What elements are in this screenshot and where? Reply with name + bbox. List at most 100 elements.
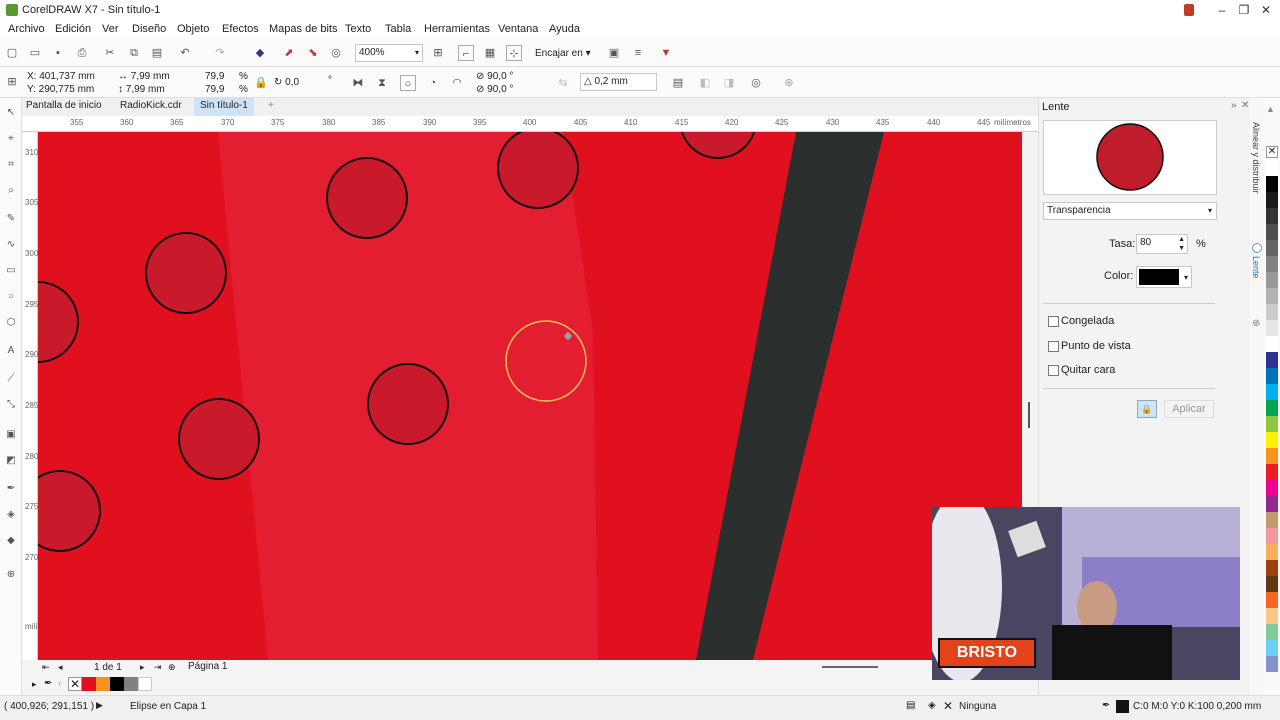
menu-diseno[interactable]: Diseño [132,23,166,35]
show-rulers-icon[interactable]: ⌐ [458,45,474,61]
palette-swatch[interactable] [1266,288,1278,304]
lens-type-select[interactable]: Transparencia ▾ [1043,202,1217,220]
pick-tool-icon[interactable]: ↖ [4,106,18,120]
to-front-icon[interactable]: ◧ [697,75,713,91]
rectangle-tool-icon[interactable]: ▭ [4,264,18,278]
rate-input[interactable]: 80 ▲ ▼ [1136,234,1188,254]
palette-swatch[interactable] [124,677,138,691]
palette-swatch[interactable] [1266,656,1278,672]
option-congelada[interactable]: Congelada [1043,315,1213,330]
color-picker[interactable]: ▾ [1136,266,1192,288]
palette-swatch[interactable] [1266,192,1278,208]
full-screen-icon[interactable]: ⊞ [430,45,446,61]
palette-swatch[interactable] [1266,544,1278,560]
dot-ellipse[interactable] [497,132,579,209]
palette-swatch[interactable] [1266,624,1278,640]
palette-swatch[interactable] [1266,480,1278,496]
import-icon[interactable]: ⬈ [281,45,297,61]
tab-alinear-y-distribuir[interactable]: Alinear y distribuir [1251,122,1261,194]
end-angle-field[interactable]: ⊘ 90,0 ° [476,83,513,96]
object-origin-icon[interactable]: ⊞ [4,74,20,90]
scroll-thumb[interactable] [1028,402,1030,428]
shape-tool-icon[interactable]: ⌖ [4,132,18,146]
redo-icon[interactable]: ↷ [212,45,228,61]
freehand-tool-icon[interactable]: ✎ [4,212,18,226]
last-page-icon[interactable]: ⇥ [154,662,162,673]
menu-texto[interactable]: Texto [345,23,371,35]
options-icon[interactable]: ▣ [606,45,622,61]
application-launcher-icon[interactable]: ≡ [630,45,646,61]
height-field[interactable]: ↕ 7,99 mm [118,83,165,96]
artistic-media-icon[interactable]: ∿ [4,238,18,252]
new-tab-icon[interactable]: + [268,100,274,111]
guides-icon[interactable]: ⊹ [506,45,522,61]
dot-ellipse[interactable] [38,281,79,363]
connector-tool-icon[interactable]: ⤡ [4,398,18,412]
menu-tabla[interactable]: Tabla [385,23,411,35]
open-icon[interactable]: ▭ [27,45,43,61]
rotation-field[interactable]: ↻ 0,0 [274,76,299,89]
restore-icon[interactable]: ❐ [1236,2,1252,18]
parallel-dimension-icon[interactable]: ⟋ [4,372,18,386]
no-color-swatch[interactable]: ✕ [1266,146,1278,158]
palette-swatch[interactable] [1266,368,1278,384]
palette-swatch[interactable] [1266,336,1278,352]
outline-width-select[interactable]: △ 0,2 mm [580,73,657,91]
change-direction-icon[interactable]: ⇆ [555,75,571,91]
zoom-tool-icon[interactable]: ⌕ [4,184,18,198]
snap-to-dropdown[interactable]: Encajar en ▾ [535,47,591,60]
dot-ellipse[interactable] [178,398,260,480]
palette-swatch[interactable] [1266,576,1278,592]
checkbox[interactable] [1048,341,1059,352]
mirror-vertical-icon[interactable]: ⧗ [374,75,390,91]
palette-swatch[interactable] [1266,528,1278,544]
mirror-horizontal-icon[interactable]: ⧓ [350,75,366,91]
horizontal-scroll-thumb[interactable] [822,666,878,668]
show-grid-icon[interactable]: ▦ [482,45,498,61]
eyedropper-icon[interactable]: ✒ [44,678,52,689]
menu-objeto[interactable]: Objeto [177,23,209,35]
print-icon[interactable]: ⎙ [74,45,90,61]
palette-swatch[interactable] [1266,304,1278,320]
dot-ellipse[interactable] [145,232,227,314]
zoom-level-select[interactable]: 400% ▾ [355,44,423,62]
palette-swatch[interactable] [82,677,96,691]
lens-tab-icon[interactable] [1252,243,1262,253]
checkbox[interactable] [1048,316,1059,327]
close-docker-icon[interactable]: ✕ [1241,100,1249,111]
save-icon[interactable]: ▪ [50,45,66,61]
palette-swatch[interactable] [1266,160,1278,176]
menu-archivo[interactable]: Archivo [8,23,45,35]
tab-sin-titulo[interactable]: Sin título-1 [194,98,254,116]
lock-icon[interactable]: 🔒 [1137,400,1157,418]
x-position-field[interactable]: X: 401,737 mm [27,70,95,83]
option-punto-de-vista[interactable]: Punto de vista [1043,340,1213,355]
document-color-icon[interactable]: ▤ [906,700,915,711]
eyedropper-tool-icon[interactable]: ✒ [4,482,18,496]
close-icon[interactable]: ✕ [1258,2,1274,18]
launcher-icon[interactable]: ▼ [658,45,674,61]
prev-page-icon[interactable]: ◂ [58,662,63,673]
collapse-icon[interactable]: » [1231,100,1237,111]
palette-scroll-up-icon[interactable]: ▲ [1266,104,1278,116]
palette-swatch[interactable] [1266,384,1278,400]
to-back-icon[interactable]: ◨ [721,75,737,91]
ellipse-tool-icon[interactable]: ○ [4,290,18,304]
palette-swatch[interactable] [1266,464,1278,480]
palette-swatch[interactable] [1266,592,1278,608]
menu-ayuda[interactable]: Ayuda [549,23,580,35]
arc-mode-icon[interactable]: ◠ [449,75,465,91]
export-icon[interactable]: ⬊ [305,45,321,61]
add-docker-icon[interactable]: ⊕ [1252,318,1260,329]
text-tool-icon[interactable]: A [4,344,18,358]
dot-ellipse[interactable] [680,132,756,159]
palette-swatch[interactable] [1266,224,1278,240]
palette-swatch[interactable] [1266,256,1278,272]
spinner-icon[interactable]: ▲ ▼ [1178,235,1185,253]
cut-icon[interactable]: ✂ [102,45,118,61]
next-page-icon[interactable]: ▸ [140,662,145,673]
tab-pantalla-de-inicio[interactable]: Pantalla de inicio [26,100,102,111]
no-fill-swatch[interactable]: ✕ [68,677,82,691]
palette-swatch[interactable] [1266,176,1278,192]
dot-ellipse[interactable] [38,470,101,552]
